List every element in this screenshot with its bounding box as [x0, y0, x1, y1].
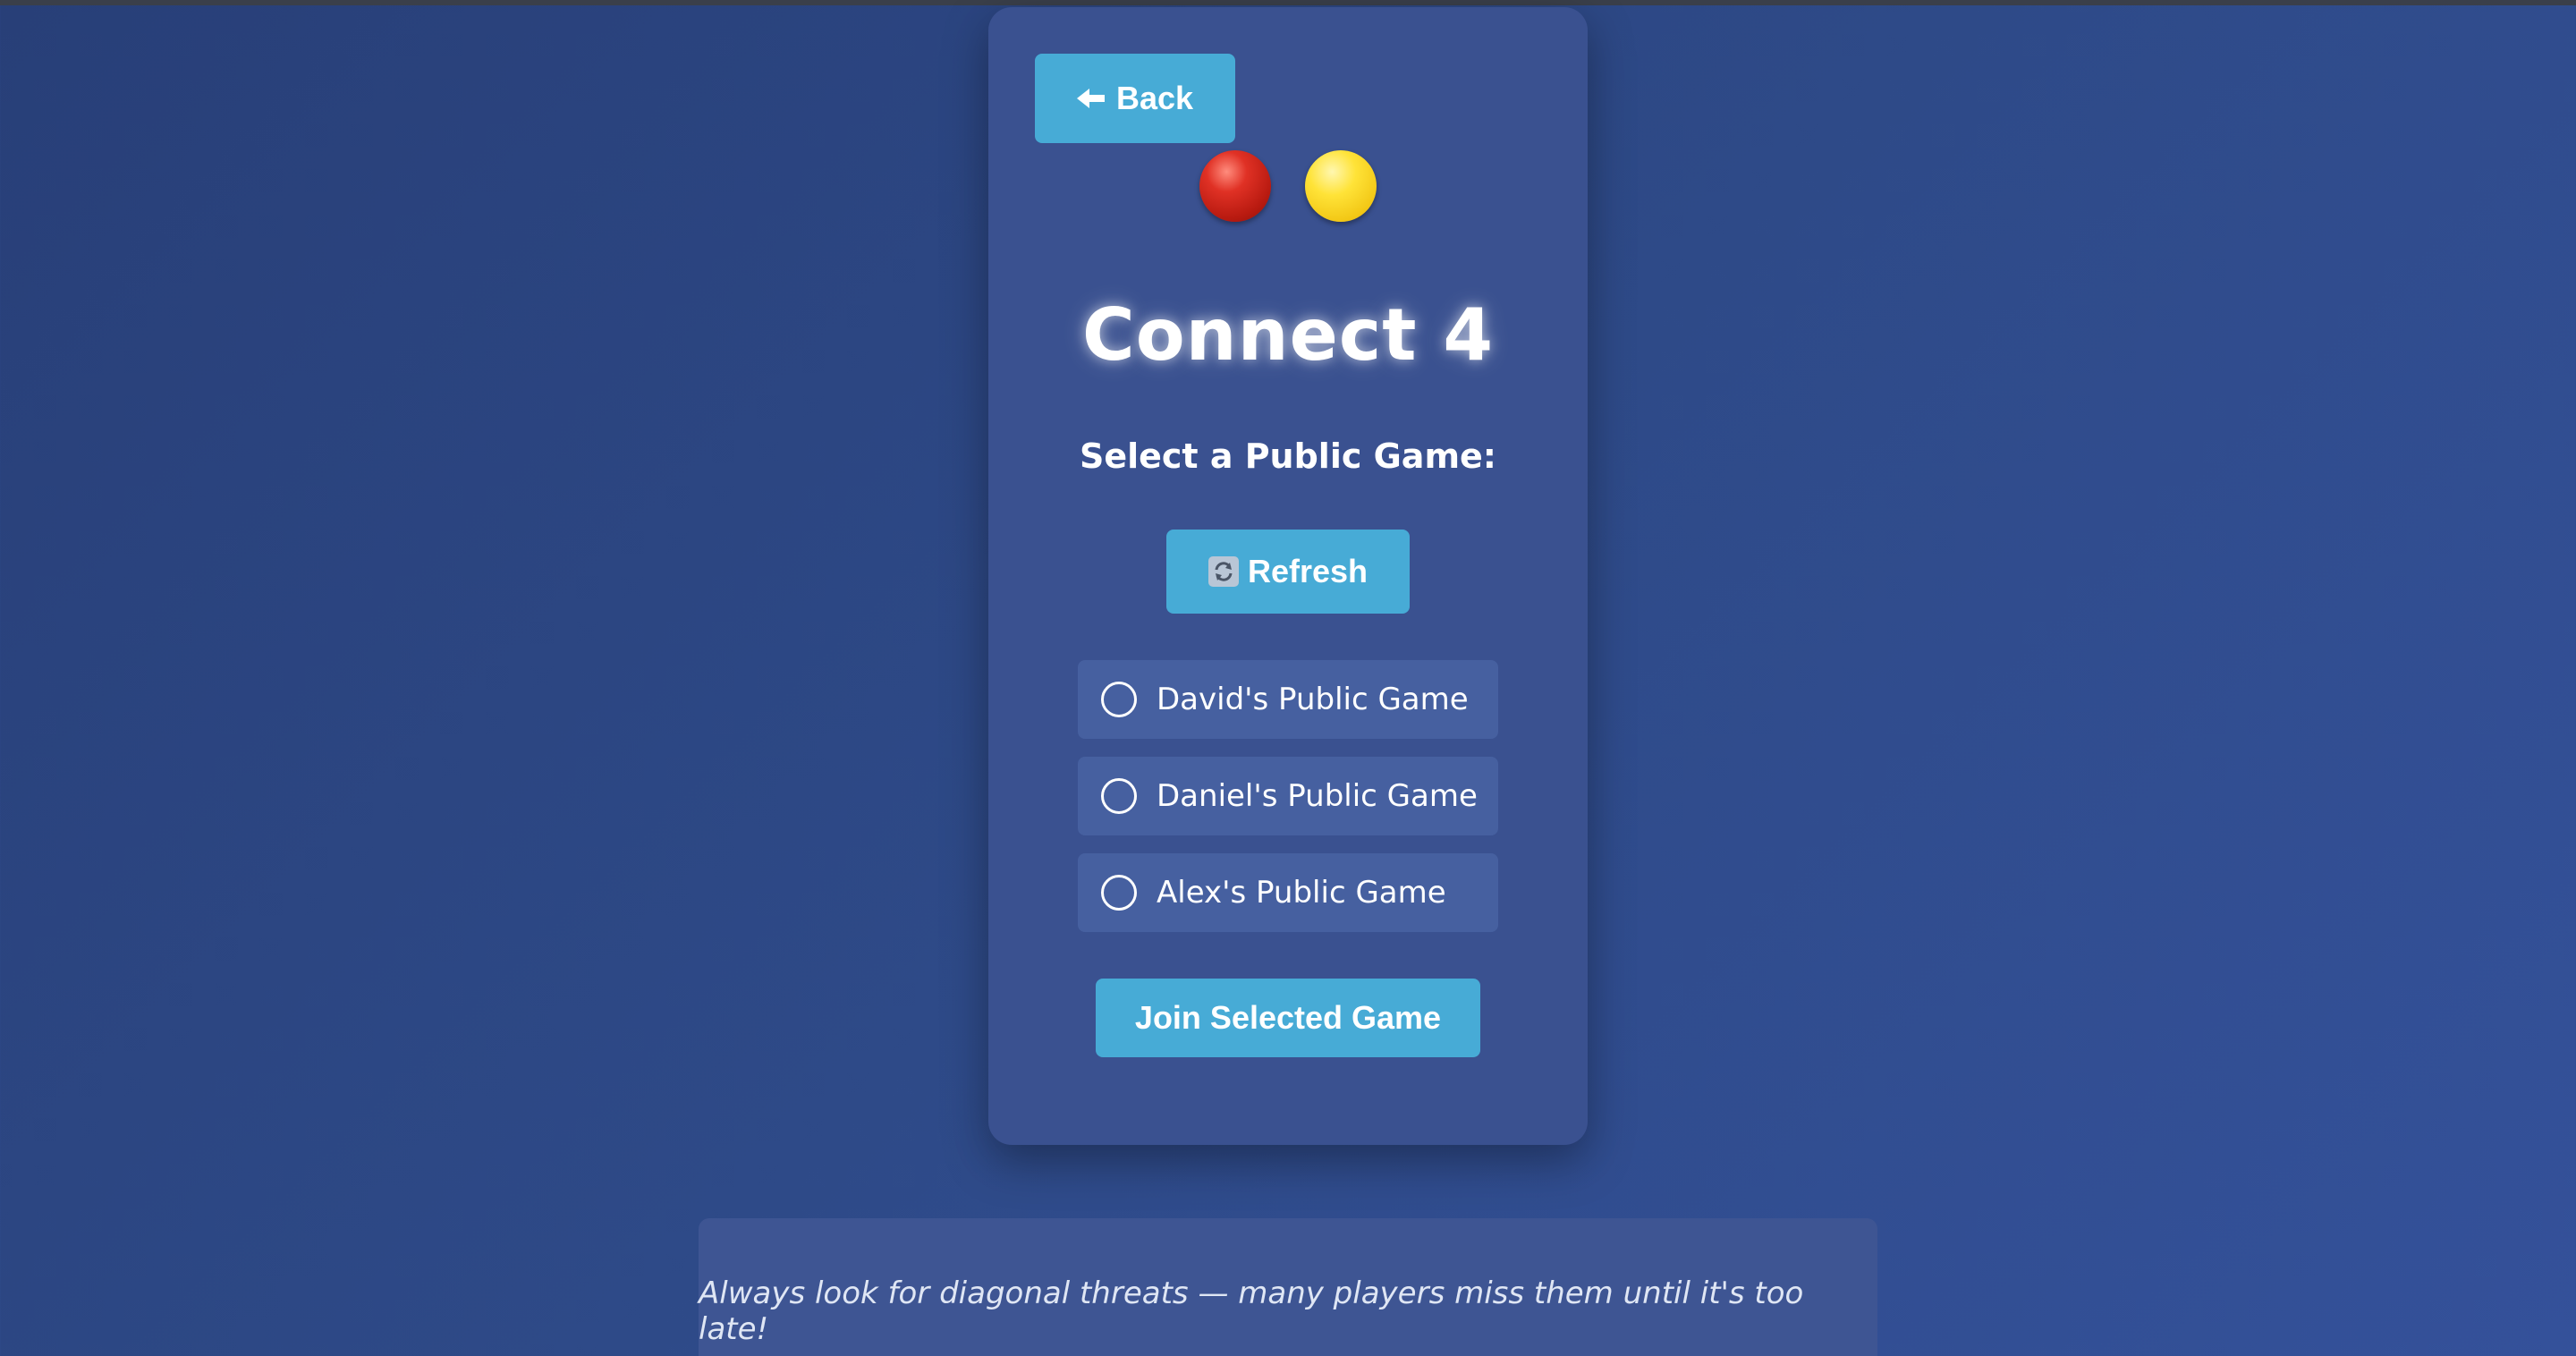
public-game-list: David's Public Game Daniel's Public Game… — [1078, 660, 1498, 950]
tip-panel: Always look for diagonal threats — many … — [699, 1218, 1877, 1356]
disc-logo — [988, 150, 1588, 222]
refresh-icon — [1208, 556, 1239, 587]
radio-button[interactable] — [1101, 682, 1137, 717]
game-option[interactable]: Alex's Public Game — [1078, 853, 1498, 932]
section-heading: Select a Public Game: — [1079, 436, 1497, 476]
game-option[interactable]: David's Public Game — [1078, 660, 1498, 739]
game-option-label: Daniel's Public Game — [1157, 778, 1478, 814]
radio-button[interactable] — [1101, 778, 1137, 814]
red-disc-icon — [1199, 150, 1271, 222]
tip-text: Always look for diagonal threats — many … — [699, 1275, 1804, 1347]
page-title: Connect 4 — [1081, 293, 1494, 377]
back-button-label: Back — [1115, 80, 1194, 116]
refresh-button-label: Refresh — [1247, 553, 1368, 589]
window-top-strip — [0, 0, 2576, 5]
game-option-label: Alex's Public Game — [1157, 875, 1446, 911]
back-button[interactable]: Back — [1035, 54, 1235, 143]
radio-button[interactable] — [1101, 875, 1137, 911]
yellow-disc-icon — [1305, 150, 1377, 222]
game-option-label: David's Public Game — [1157, 682, 1469, 717]
join-selected-game-button[interactable]: Join Selected Game — [1096, 979, 1480, 1057]
game-option[interactable]: Daniel's Public Game — [1078, 757, 1498, 835]
lobby-card: Back Connect 4 Select a Public Game: Ref… — [988, 7, 1588, 1145]
refresh-button[interactable]: Refresh — [1166, 530, 1410, 614]
arrow-left-icon — [1076, 89, 1105, 108]
